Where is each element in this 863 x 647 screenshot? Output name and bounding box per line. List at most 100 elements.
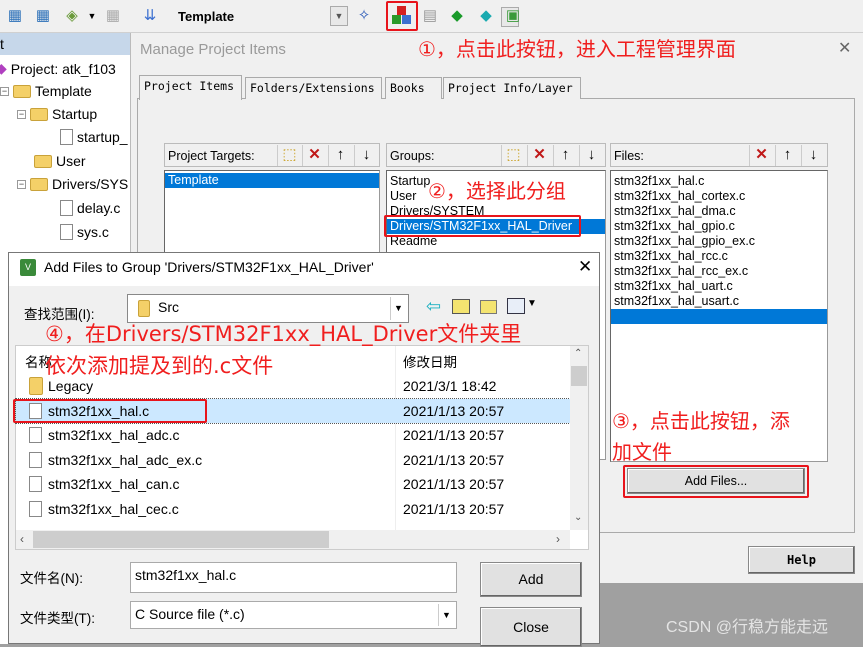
tree-label: delay.c: [77, 200, 121, 216]
tree-item-template[interactable]: − Template: [0, 83, 92, 99]
filetype-select[interactable]: C Source file (*.c) ▼: [130, 601, 457, 629]
move-up-icon[interactable]: ↑: [775, 145, 799, 166]
scroll-left-icon[interactable]: ‹: [20, 532, 24, 546]
list-item[interactable]: stm32f1xx_hal_uart.c: [611, 279, 827, 294]
folder-icon: [30, 107, 48, 121]
filename-input[interactable]: stm32f1xx_hal.c: [130, 562, 457, 593]
folder-icon: [30, 177, 48, 191]
folder-icon: [13, 84, 31, 98]
move-up-icon[interactable]: ↑: [553, 145, 577, 166]
close-button[interactable]: Close: [480, 607, 582, 647]
close-icon[interactable]: ✕: [578, 257, 592, 277]
list-item[interactable]: Template: [165, 173, 379, 188]
vertical-scrollbar[interactable]: ⌃ ⌄: [570, 346, 588, 530]
scroll-up-icon[interactable]: ⌃: [574, 348, 582, 359]
chevron-down-icon[interactable]: ▼: [527, 298, 537, 309]
new-icon[interactable]: ⬚: [501, 145, 525, 166]
move-down-icon[interactable]: ↓: [579, 145, 603, 166]
tree-item-file[interactable]: startup_: [60, 129, 128, 145]
manage-project-items-icon[interactable]: [392, 6, 412, 26]
groups-label: Groups:: [390, 149, 435, 163]
tab-project-items[interactable]: Project Items: [139, 75, 242, 100]
tab-folders-extensions[interactable]: Folders/Extensions: [245, 77, 382, 99]
package-icon[interactable]: ▣: [503, 6, 523, 26]
list-item[interactable]: stm32f1xx_hal_rcc_ex.c: [611, 264, 827, 279]
column-date-header[interactable]: 修改日期: [403, 351, 457, 371]
files-header: Files: ✕ ↑ ↓: [610, 143, 828, 167]
collapse-icon[interactable]: −: [17, 179, 26, 189]
list-item[interactable]: stm32f1xx_hal_rcc.c: [611, 249, 827, 264]
tree-item-file[interactable]: delay.c: [60, 200, 120, 216]
list-item[interactable]: stm32f1xx_hal_gpio.c: [611, 219, 827, 234]
load-icon[interactable]: ⇊: [140, 6, 160, 26]
tree-item-user[interactable]: User: [34, 153, 86, 169]
delete-icon[interactable]: ✕: [749, 145, 773, 166]
file-date: 2021/1/13 20:57: [403, 500, 505, 517]
chevron-down-icon[interactable]: ▼: [330, 6, 348, 26]
list-item[interactable]: stm32f1xx_hal_usart.c: [611, 294, 827, 309]
list-item[interactable]: [611, 309, 827, 324]
chevron-down-icon[interactable]: ▼: [390, 297, 406, 320]
add-button[interactable]: Add: [480, 562, 582, 597]
up-folder-icon[interactable]: [452, 299, 470, 314]
window-icon[interactable]: ▤: [420, 6, 440, 26]
filetype-value: C Source file (*.c): [135, 606, 245, 622]
highlight-box: [623, 465, 809, 498]
view-menu-icon[interactable]: [507, 298, 525, 314]
new-icon[interactable]: ⬚: [277, 145, 301, 166]
scroll-thumb[interactable]: [571, 366, 587, 386]
close-icon[interactable]: ✕: [838, 38, 851, 58]
file-name: stm32f1xx_hal_adc_ex.c: [48, 451, 203, 468]
highlight-box: [384, 215, 581, 237]
file-row[interactable]: stm32f1xx_hal_can.c 2021/1/13 20:57: [16, 472, 570, 496]
move-down-icon[interactable]: ↓: [354, 145, 378, 166]
target-combo[interactable]: Template: [172, 5, 519, 29]
list-item[interactable]: stm32f1xx_hal_gpio_ex.c: [611, 234, 827, 249]
help-button[interactable]: Help: [748, 546, 855, 574]
tab-project-info-layer[interactable]: Project Info/Layer: [443, 77, 581, 99]
file-icon: [29, 500, 42, 517]
translate-icon[interactable]: ▦: [5, 6, 25, 26]
highlight-box: [13, 399, 207, 423]
scroll-right-icon[interactable]: ›: [556, 532, 560, 546]
filename-label: 文件名(N):: [20, 571, 83, 586]
file-row[interactable]: stm32f1xx_hal_adc_ex.c 2021/1/13 20:57: [16, 448, 570, 472]
diamond-cyan-icon[interactable]: ◆: [476, 6, 496, 26]
file-icon: [60, 129, 73, 145]
chevron-down-icon[interactable]: ▼: [438, 604, 454, 626]
list-item[interactable]: stm32f1xx_hal_cortex.c: [611, 189, 827, 204]
tab-books[interactable]: Books: [385, 77, 442, 99]
list-item[interactable]: stm32f1xx_hal_dma.c: [611, 204, 827, 219]
move-down-icon[interactable]: ↓: [801, 145, 825, 166]
new-folder-icon[interactable]: [480, 300, 497, 314]
tree-item-file[interactable]: sys.c: [60, 224, 109, 240]
layers-icon[interactable]: ◈: [62, 6, 82, 26]
file-icon: [29, 451, 42, 468]
dropdown-icon[interactable]: ▼: [82, 6, 102, 26]
tree-item-drivers-system[interactable]: − Drivers/SYS: [17, 176, 128, 192]
batch-build-icon[interactable]: ▦: [33, 6, 53, 26]
file-name: stm32f1xx_hal_adc.c: [48, 427, 180, 443]
move-up-icon[interactable]: ↑: [328, 145, 352, 166]
file-name: Legacy: [48, 378, 94, 394]
magic-wand-icon[interactable]: ✧: [354, 6, 374, 26]
horizontal-scrollbar[interactable]: ‹ ›: [16, 530, 570, 549]
delete-icon[interactable]: ✕: [527, 145, 551, 166]
rebuild-icon[interactable]: ▦: [103, 6, 123, 26]
back-icon[interactable]: ⇦: [426, 296, 441, 317]
file-date: 2021/3/1 18:42: [403, 378, 497, 394]
tree-label: sys.c: [77, 224, 109, 240]
collapse-icon[interactable]: −: [0, 86, 9, 96]
scroll-thumb[interactable]: [33, 531, 329, 548]
scroll-down-icon[interactable]: ⌄: [574, 512, 582, 523]
collapse-icon[interactable]: −: [17, 109, 26, 119]
list-item[interactable]: stm32f1xx_hal.c: [611, 174, 827, 189]
tree-item-startup[interactable]: − Startup: [17, 106, 97, 122]
folder-icon: [29, 377, 43, 395]
file-row[interactable]: stm32f1xx_hal_cec.c 2021/1/13 20:57: [16, 497, 570, 521]
diamond-green-icon[interactable]: ◆: [447, 6, 467, 26]
delete-icon[interactable]: ✕: [302, 145, 326, 166]
tree-label: Project: atk_f103: [10, 60, 116, 77]
file-row[interactable]: stm32f1xx_hal_adc.c 2021/1/13 20:57: [16, 423, 570, 447]
tree-item-project[interactable]: ◆ Project: atk_f103: [0, 60, 116, 77]
